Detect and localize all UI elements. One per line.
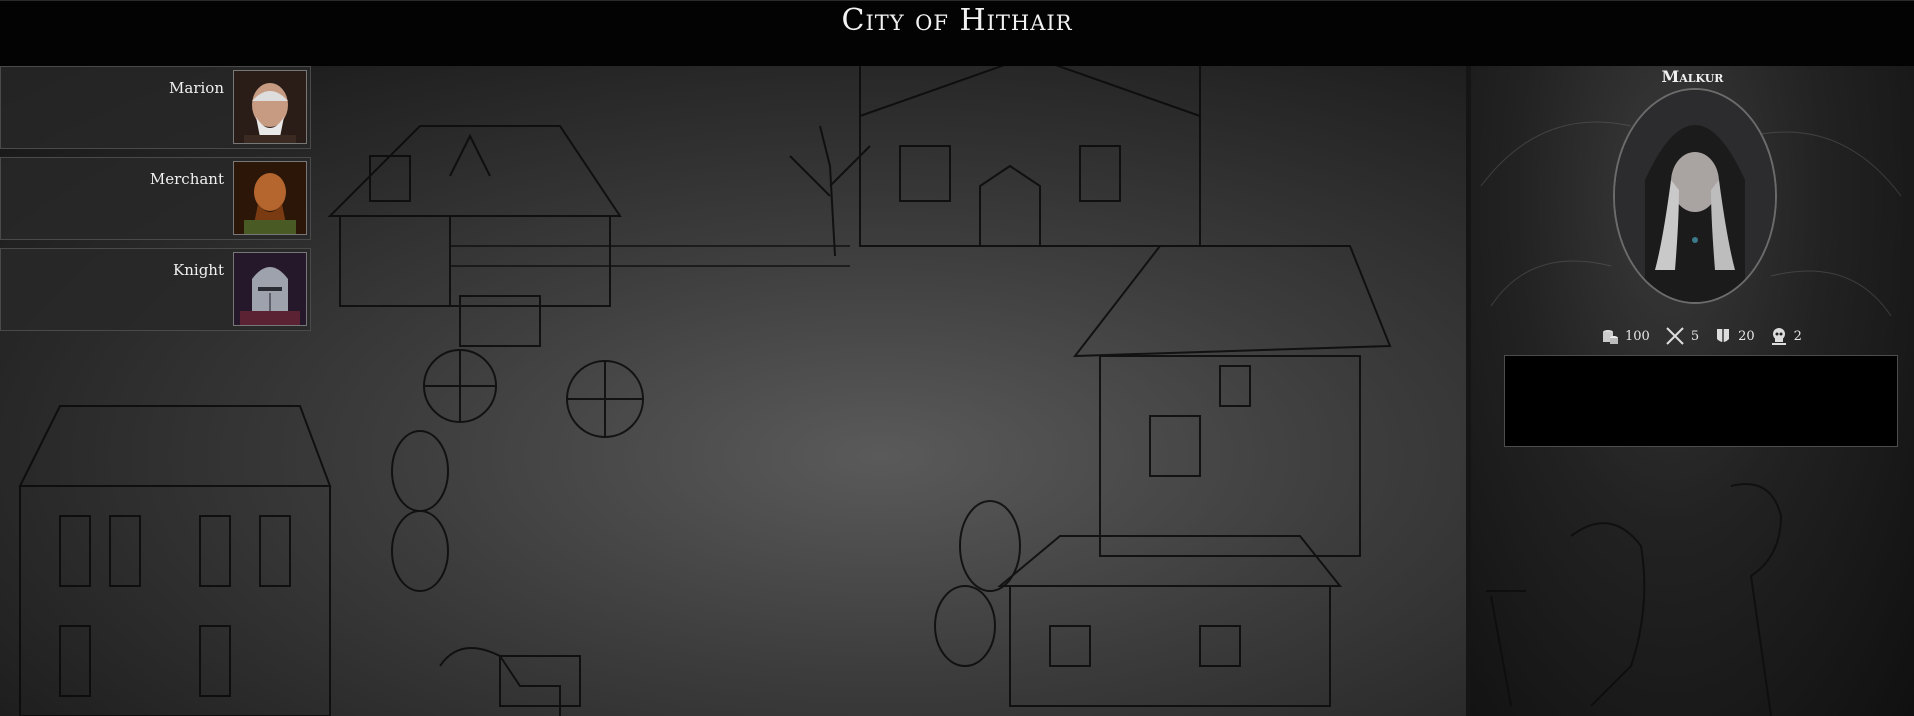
stat-value: 20 <box>1738 328 1755 344</box>
armor-icon <box>1717 329 1730 342</box>
npc-name: Knight <box>173 261 224 279</box>
message-log <box>1504 355 1898 447</box>
npc-list: Marion Merchant Knight <box>0 66 313 339</box>
stat-value: 100 <box>1625 328 1650 344</box>
merchant-portrait-icon <box>233 161 307 235</box>
old-man-portrait-icon <box>233 70 307 144</box>
stat-armor: 20 <box>1713 326 1755 346</box>
stat-attack: 5 <box>1664 325 1699 347</box>
npc-card-knight[interactable]: Knight <box>0 248 311 331</box>
skull-icon <box>1771 328 1786 345</box>
npc-card-marion[interactable]: Marion <box>0 66 311 149</box>
hero-name: Malkur <box>1661 67 1724 86</box>
title-bar: City of Hithair <box>0 0 1914 67</box>
stat-gold: 100 <box>1600 326 1650 346</box>
knight-helmet-portrait-icon <box>233 252 307 326</box>
stat-kills: 2 <box>1769 326 1802 346</box>
npc-card-merchant[interactable]: Merchant <box>0 157 311 240</box>
npc-name: Marion <box>169 79 224 97</box>
stat-value: 2 <box>1793 328 1802 344</box>
hero-stats: 100 5 20 2 <box>1600 324 1802 348</box>
npc-name: Merchant <box>149 170 224 188</box>
hooded-woman-portrait-icon[interactable] <box>1613 88 1777 304</box>
page-title: City of Hithair <box>841 3 1073 38</box>
gold-coins-icon <box>1603 330 1618 344</box>
stat-value: 5 <box>1690 328 1700 344</box>
crossed-swords-icon <box>1666 327 1684 345</box>
